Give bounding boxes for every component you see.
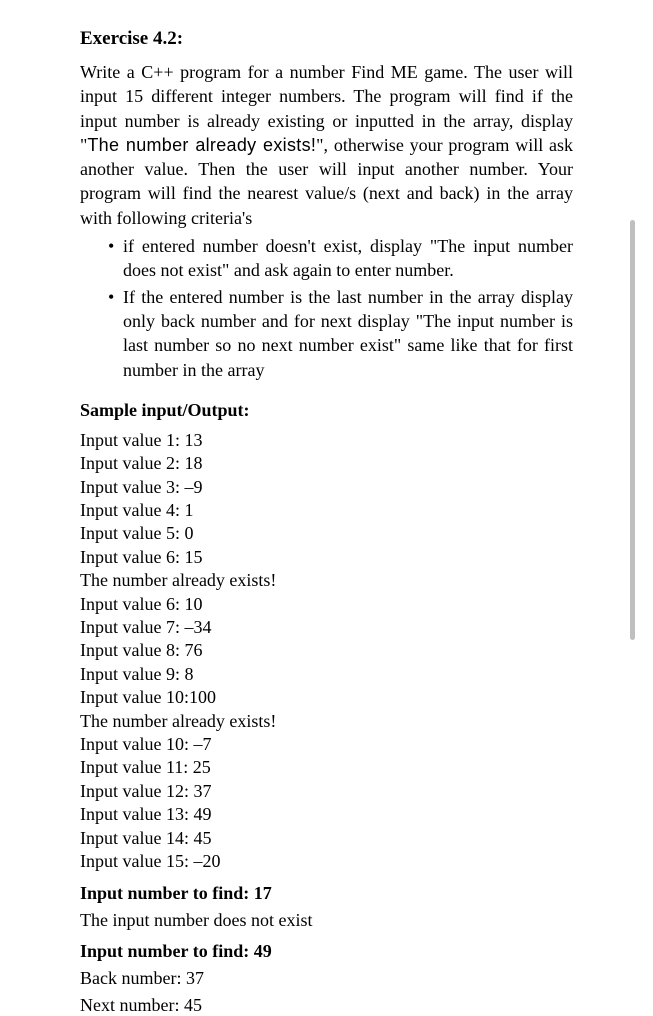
io-line: Input value 15: –20: [80, 850, 573, 873]
criteria-list: if entered number doesn't exist, display…: [80, 234, 573, 382]
next-number: Next number: 45: [80, 995, 573, 1016]
io-line: Input value 13: 49: [80, 803, 573, 826]
io-line: The number already exists!: [80, 710, 573, 733]
io-line: Input value 11: 25: [80, 756, 573, 779]
io-block: Input value 1: 13 Input value 2: 18 Inpu…: [80, 429, 573, 873]
io-line: Input value 12: 37: [80, 780, 573, 803]
scrollbar[interactable]: [630, 220, 635, 640]
io-line: Input value 14: 45: [80, 827, 573, 850]
io-line: Input value 8: 76: [80, 639, 573, 662]
io-line: Input value 6: 10: [80, 593, 573, 616]
find-prompt: Input number to find: 17: [80, 883, 573, 904]
io-line: Input value 1: 13: [80, 429, 573, 452]
criteria-item: If the entered number is the last number…: [108, 285, 573, 382]
sample-heading: Sample input/Output:: [80, 400, 573, 421]
find-result: The input number does not exist: [80, 910, 573, 931]
io-line: Input value 10:100: [80, 686, 573, 709]
exercise-title: Exercise 4.2:: [80, 28, 573, 50]
criteria-item: if entered number doesn't exist, display…: [108, 234, 573, 283]
io-line: The number already exists!: [80, 569, 573, 592]
description-mono: The number already exists!: [87, 135, 316, 155]
io-line: Input value 10: –7: [80, 733, 573, 756]
io-line: Input value 5: 0: [80, 522, 573, 545]
io-line: Input value 2: 18: [80, 452, 573, 475]
io-line: Input value 9: 8: [80, 663, 573, 686]
io-line: Input value 4: 1: [80, 499, 573, 522]
io-line: Input value 3: –9: [80, 476, 573, 499]
exercise-description: Write a C++ program for a number Find ME…: [80, 60, 573, 230]
io-line: Input value 7: –34: [80, 616, 573, 639]
find-prompt: Input number to find: 49: [80, 941, 573, 962]
back-number: Back number: 37: [80, 968, 573, 989]
io-line: Input value 6: 15: [80, 546, 573, 569]
